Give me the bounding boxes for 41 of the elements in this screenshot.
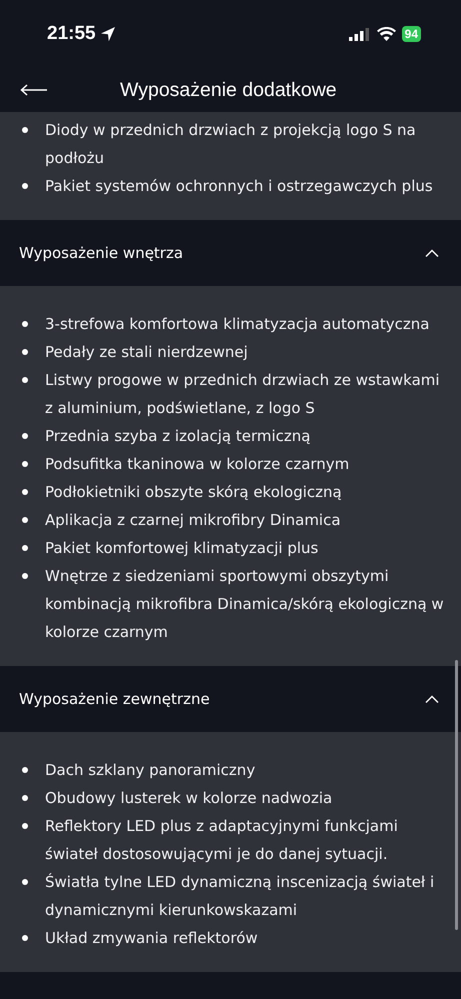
list-item-text: Podsufitka tkaninowa w kolorze czarnym xyxy=(45,454,350,475)
bullet-icon xyxy=(22,489,28,495)
bullet-icon xyxy=(22,573,28,579)
bullet-icon xyxy=(22,433,28,439)
list-item-text: Listwy progowe w przednich drzwiach ze wstawkami z aluminium, podświetlane, z logo S xyxy=(45,370,441,419)
bullet-icon xyxy=(22,377,28,383)
list-item-text: Układ zmywania reflektorów xyxy=(45,928,259,949)
bullet-icon xyxy=(22,321,28,327)
list-item-text: Obudowy lusterek w kolorze nadwozia xyxy=(45,788,334,809)
back-button[interactable] xyxy=(20,84,48,96)
list-item-text: 3-strefowa komfortowa klimatyzacja automatyczna xyxy=(45,314,430,335)
bullet-icon xyxy=(22,935,28,941)
wifi-icon xyxy=(376,27,396,41)
list-item-text: Pakiet systemów ochronnych i ostrzegawczych plus xyxy=(45,176,434,197)
list-item-text: Dach szklany panoramiczny xyxy=(45,760,256,781)
bullet-icon xyxy=(22,127,28,133)
list-item-text: Aplikacja z czarnej mikrofibry Dinamica xyxy=(45,510,342,531)
bullet-icon xyxy=(22,349,28,355)
bullet-icon xyxy=(22,879,28,885)
status-time: 21:55 xyxy=(47,23,96,45)
list-item-text: Wnętrze z siedzeniami sportowymi obszytymi kombinacją mikrofibra Dinamica/skórą ekologiczną w kolorze czarnym xyxy=(45,566,445,643)
list-item-text: Diody w przednich drzwiach z projekcją logo S na podłożu xyxy=(45,120,417,169)
bullet-icon xyxy=(22,795,28,801)
battery-level: 94 xyxy=(402,26,421,42)
list-item-text: Pakiet komfortowej klimatyzacji plus xyxy=(45,538,320,559)
list-item-text: Reflektory LED plus z adaptacyjnymi funkcjami świateł dostosowującymi je do danej sytuacji. xyxy=(45,816,399,865)
list-item-text: Przednia szyba z izolacją termiczną xyxy=(45,426,312,447)
bullet-icon xyxy=(22,823,28,829)
list-item-text: Podłokietniki obszyte skórą ekologiczną xyxy=(45,482,343,503)
chevron-up-icon xyxy=(425,695,439,703)
chevron-up-icon xyxy=(425,249,439,257)
location-icon xyxy=(100,26,116,42)
bullet-icon xyxy=(22,461,28,467)
bullet-icon xyxy=(22,545,28,551)
bullet-icon xyxy=(22,767,28,773)
list-item-text: Światła tylne LED dynamiczną inscenizacją świateł i dynamicznymi kierunkowskazami xyxy=(45,872,436,921)
bullet-icon xyxy=(22,517,28,523)
list-item-text: Pedały ze stali nierdzewnej xyxy=(45,342,249,363)
signal-icon xyxy=(348,28,369,40)
bullet-icon xyxy=(22,183,28,189)
page-title: Wyposażenie dodatkowe xyxy=(120,78,337,102)
